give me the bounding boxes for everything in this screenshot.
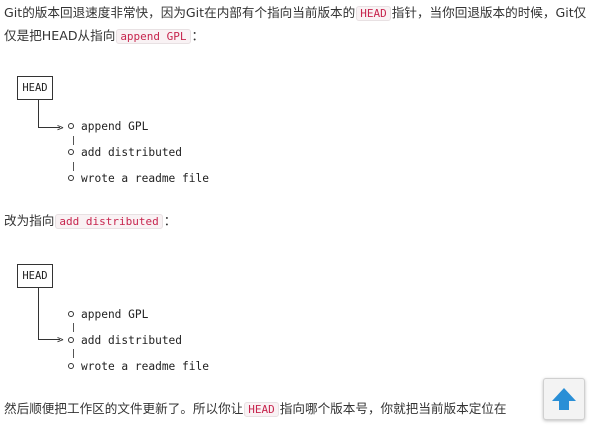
commit-message: wrote a readme file <box>81 360 209 373</box>
commit-item: wrote a readme file <box>68 360 209 374</box>
intro-text-3: ： <box>191 28 205 43</box>
commit-item: wrote a readme file <box>68 172 209 186</box>
commit-item: add distributed <box>68 146 182 160</box>
head-box: HEAD <box>17 264 53 288</box>
middle-paragraph: 改为指向 add distributed： <box>4 210 588 233</box>
commit-item: append GPL <box>68 308 148 322</box>
commit-message: add distributed <box>81 334 183 347</box>
commit-dot <box>68 337 74 343</box>
scroll-to-top-button[interactable] <box>543 378 585 420</box>
inline-code-append-gpl: append GPL <box>116 29 191 44</box>
commit-item: append GPL <box>68 120 148 134</box>
commit-message: add distributed <box>81 146 183 159</box>
commit-message: append GPL <box>81 120 149 133</box>
pointer-arrowhead: > <box>57 333 64 346</box>
head-box: HEAD <box>17 76 53 100</box>
commit-dot <box>68 363 74 369</box>
commit-link <box>73 323 74 332</box>
commit-message: wrote a readme file <box>81 172 209 185</box>
middle-text-1: 改为指向 <box>4 213 55 228</box>
intro-paragraph: Git的版本回退速度非常快，因为Git在内部有个指向当前版本的 HEAD 指针，当你… <box>4 2 588 48</box>
commit-dot <box>68 149 74 155</box>
pointer-line-vertical <box>38 288 39 340</box>
middle-text-2: ： <box>163 213 177 228</box>
commit-dot <box>68 175 74 181</box>
commit-link <box>73 162 74 171</box>
outro-paragraph: 然后顺便把工作区的文件更新了。所以你让 HEAD 指向哪个版本号，你就把当前版本定位… <box>4 398 544 421</box>
outro-text-2: 指向哪个版本号，你就把当前版本定位在 <box>279 401 507 416</box>
inline-code-head: HEAD <box>244 402 279 417</box>
outro-text-1: 然后顺便把工作区的文件更新了。所以你让 <box>4 401 244 416</box>
commit-dot <box>68 311 74 317</box>
intro-text-1: Git的版本回退速度非常快，因为Git在内部有个指向当前版本的 <box>4 5 356 20</box>
commit-link <box>73 136 74 145</box>
commit-link <box>73 349 74 358</box>
commit-item: add distributed <box>68 334 182 348</box>
commit-dot <box>68 123 74 129</box>
pointer-line-vertical <box>38 100 39 128</box>
commit-message: append GPL <box>81 308 149 321</box>
inline-code-head: HEAD <box>356 6 391 21</box>
pointer-arrowhead: > <box>57 121 64 134</box>
arrow-up-icon <box>552 388 576 410</box>
inline-code-add-distributed: add distributed <box>55 214 163 229</box>
